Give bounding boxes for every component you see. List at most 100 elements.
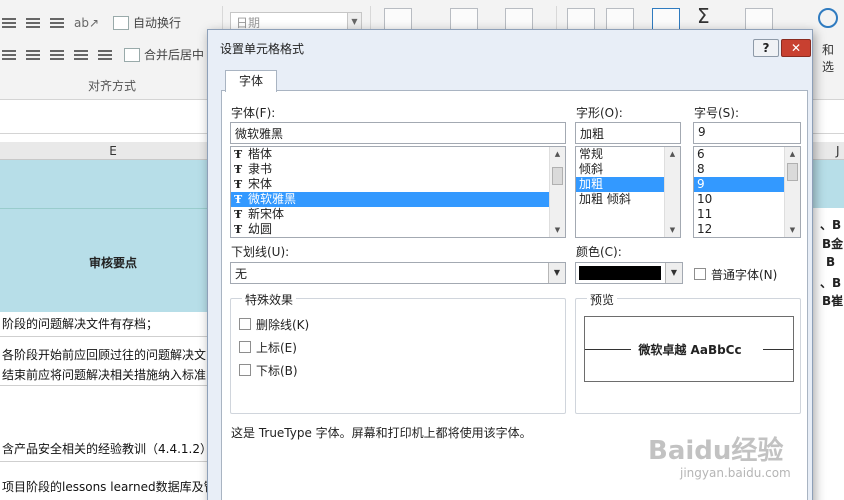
merge-center-icon	[124, 47, 140, 62]
size-list[interactable]: 6 8 9 10 11 12 ▲ ▼	[693, 146, 801, 238]
orientation-icon[interactable]: ab↗	[74, 16, 99, 30]
table-row[interactable]: 各阶段开始前应回顾过往的问题解决文	[0, 346, 226, 366]
underline-value: 无	[235, 267, 248, 281]
column-e-header[interactable]: E	[0, 142, 226, 160]
list-item[interactable]: Ŧ 楷体	[231, 147, 565, 162]
list-item[interactable]: Ŧ 新宋体	[231, 207, 565, 222]
strikethrough-checkbox[interactable]	[239, 318, 251, 330]
chevron-down-icon: ▼	[665, 263, 682, 283]
list-item-label: 幼圆	[248, 222, 273, 236]
scroll-up-icon[interactable]: ▲	[785, 147, 800, 161]
table-row[interactable]: 结束前应将问题解决相关措施纳入标准；	[0, 366, 226, 386]
scroll-thumb[interactable]	[787, 163, 798, 181]
subscript-label: 下标(B)	[256, 364, 298, 378]
increase-indent-icon[interactable]	[98, 49, 112, 60]
table-row[interactable]: 含产品安全相关的经验教训（4.4.1.2）	[0, 438, 226, 462]
truetype-icon: Ŧ	[234, 178, 243, 191]
scroll-up-icon[interactable]: ▲	[550, 147, 565, 161]
scroll-down-icon[interactable]: ▼	[665, 223, 680, 237]
align-bottom-icon[interactable]	[50, 17, 64, 28]
style-label: 字形(O):	[576, 106, 623, 120]
list-item-label: 微软雅黑	[248, 192, 297, 206]
align-center-icon[interactable]	[26, 49, 40, 60]
tab-font[interactable]: 字体	[225, 70, 277, 92]
align-left-icon[interactable]	[2, 49, 16, 60]
scroll-down-icon[interactable]: ▼	[785, 223, 800, 237]
superscript-checkbox[interactable]	[239, 341, 251, 353]
right-cell[interactable]: B金	[822, 235, 843, 252]
color-label: 颜色(C):	[576, 245, 622, 259]
underline-select[interactable]: 无 ▼	[230, 262, 566, 284]
underline-label: 下划线(U):	[231, 245, 290, 259]
style-list[interactable]: 常规 倾斜 加粗 加粗 倾斜 ▲ ▼	[575, 146, 681, 238]
normal-font-checkbox[interactable]	[694, 268, 706, 280]
review-points-header[interactable]: 审核要点	[0, 254, 226, 271]
size-input[interactable]: 9	[693, 122, 801, 144]
list-item-label: 9	[697, 177, 705, 191]
table-row[interactable]: 阶段的问题解决文件有存档；	[0, 313, 226, 337]
right-cell[interactable]: 、B	[820, 216, 841, 233]
merge-center-button[interactable]: 合并后居中	[144, 46, 204, 63]
help-button[interactable]: ?	[753, 39, 779, 57]
grid-line	[0, 208, 226, 209]
preview-title: 预览	[587, 291, 618, 308]
font-label: 字体(F):	[231, 106, 276, 120]
wrap-text-button[interactable]: 自动换行	[133, 14, 181, 31]
list-item[interactable]: Ŧ 幼圆	[231, 222, 565, 237]
preview-text: 微软卓越 AaBbCc	[638, 343, 742, 357]
list-item-label: 6	[697, 147, 705, 161]
style-input[interactable]: 加粗	[575, 122, 681, 144]
list-item[interactable]: Ŧ 微软雅黑	[231, 192, 565, 207]
subscript-checkbox[interactable]	[239, 364, 251, 376]
font-list[interactable]: Ŧ 楷体 Ŧ 隶书 Ŧ 宋体 Ŧ 微软雅黑 Ŧ 新宋体 Ŧ 幼圆 ▲ ▼	[230, 146, 566, 238]
list-item-label: 常规	[579, 147, 604, 161]
header-cell-fill	[0, 160, 226, 312]
list-item-label: 加粗	[579, 177, 604, 191]
chevron-down-icon: ▼	[548, 263, 565, 283]
right-cell[interactable]: B	[826, 255, 835, 269]
font-input[interactable]: 微软雅黑	[230, 122, 566, 144]
list-item[interactable]: Ŧ 宋体	[231, 177, 565, 192]
decrease-indent-icon[interactable]	[74, 49, 88, 60]
size-list-scrollbar[interactable]: ▲ ▼	[784, 147, 800, 237]
color-select[interactable]: ▼	[575, 262, 683, 284]
list-item-label: 10	[697, 192, 713, 206]
scroll-down-icon[interactable]: ▼	[550, 223, 565, 237]
scroll-thumb[interactable]	[552, 167, 563, 185]
truetype-icon: Ŧ	[234, 208, 243, 221]
size-label: 字号(S):	[694, 106, 740, 120]
dialog-title: 设置单元格格式	[220, 42, 305, 56]
preview-box: 微软卓越 AaBbCc	[584, 316, 794, 382]
list-item-label: 11	[697, 207, 713, 221]
list-item-label: 加粗 倾斜	[579, 192, 631, 206]
number-format-value: 日期	[236, 16, 261, 30]
truetype-icon: Ŧ	[234, 148, 243, 161]
scroll-up-icon[interactable]: ▲	[665, 147, 680, 161]
effects-title: 特殊效果	[242, 291, 297, 308]
align-top-icon[interactable]	[2, 17, 16, 28]
list-item-label: 8	[697, 162, 705, 176]
align-middle-icon[interactable]	[26, 17, 40, 28]
font-description: 这是 TrueType 字体。屏幕和打印机上都将使用该字体。	[231, 426, 532, 440]
align-right-icon[interactable]	[50, 49, 64, 60]
wrap-text-icon	[113, 15, 130, 30]
table-row[interactable]: 项目阶段的lessons learned数据库及管理	[0, 476, 226, 500]
column-j-header[interactable]: J	[836, 142, 840, 160]
right-cell[interactable]: 、B	[820, 274, 841, 291]
list-item[interactable]: Ŧ 隶书	[231, 162, 565, 177]
watermark-url: jingyan.baidu.com	[680, 466, 791, 480]
font-list-scrollbar[interactable]: ▲ ▼	[549, 147, 565, 237]
strikethrough-label: 删除线(K)	[256, 318, 310, 332]
normal-font-label: 普通字体(N)	[711, 268, 778, 282]
search-icon[interactable]	[818, 8, 838, 28]
alignment-group-label: 对齐方式	[87, 79, 136, 93]
align-row-bottom: 合并后居中	[2, 46, 204, 63]
find-select-label[interactable]: 和选	[822, 41, 844, 75]
autosum-icon[interactable]: Σ	[697, 4, 710, 28]
close-button[interactable]: ✕	[781, 39, 811, 57]
truetype-icon: Ŧ	[234, 223, 243, 236]
list-item-label: 12	[697, 222, 713, 236]
style-list-scrollbar[interactable]: ▲ ▼	[664, 147, 680, 237]
right-cell[interactable]: B崔	[822, 292, 843, 309]
truetype-icon: Ŧ	[234, 163, 243, 176]
